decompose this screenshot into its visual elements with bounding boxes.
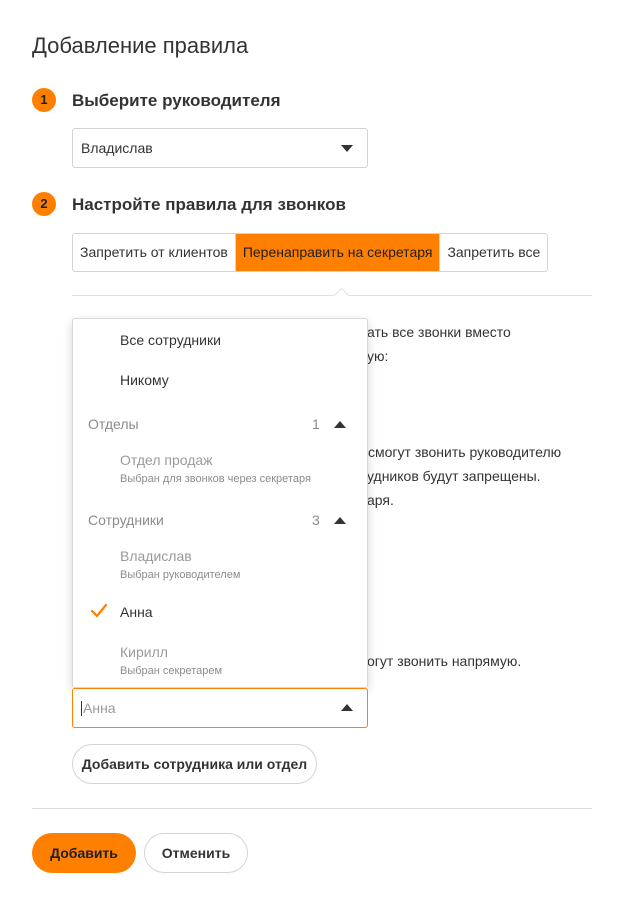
option-kirill-note: Выбран секретарем xyxy=(120,665,223,677)
option-vladislav: Владислав xyxy=(120,548,192,564)
triangle-up-icon[interactable] xyxy=(341,704,353,711)
group-employees-count: 3 xyxy=(312,512,320,528)
triangle-down-icon[interactable] xyxy=(341,145,353,152)
submit-button[interactable]: Добавить xyxy=(32,833,136,873)
text-caret xyxy=(81,700,82,716)
manager-select-value: Владислав xyxy=(81,140,153,156)
tab-forbid-from-clients[interactable]: Запретить от клиентов xyxy=(73,234,236,271)
description-line: удников будут запрещены. xyxy=(367,468,541,484)
secretary-select[interactable]: Анна xyxy=(72,688,368,728)
step-1-number: 1 xyxy=(32,88,56,112)
panel-notch xyxy=(333,287,350,304)
option-kirill: Кирилл xyxy=(120,644,168,660)
panel-divider xyxy=(72,295,592,296)
footer-divider xyxy=(32,808,592,809)
step-1-title: Выберите руководителя xyxy=(72,91,281,110)
description-line: смогут звонить руководителю xyxy=(368,444,562,460)
collapse-departments-icon[interactable] xyxy=(334,421,346,428)
secretary-dropdown: Все сотрудники Никому Отделы 1 Отдел про… xyxy=(72,318,368,688)
description-line: аря. xyxy=(367,492,394,508)
option-sales-dept-note: Выбран для звонков через секретаря xyxy=(120,473,311,485)
step-2-number: 2 xyxy=(32,192,56,216)
cancel-button[interactable]: Отменить xyxy=(144,833,248,873)
option-vladislav-note: Выбран руководителем xyxy=(120,569,241,581)
add-member-button[interactable]: Добавить сотрудника или отдел xyxy=(72,744,317,784)
page-title: Добавление правила xyxy=(32,33,249,58)
option-nobody[interactable]: Никому xyxy=(120,372,169,388)
secretary-select-value: Анна xyxy=(83,700,116,716)
tab-forbid-all[interactable]: Запретить все xyxy=(440,234,547,271)
rule-tabs: Запретить от клиентов Перенаправить на с… xyxy=(72,233,549,272)
description-line: ую: xyxy=(367,348,389,364)
checkmark-icon xyxy=(90,603,108,618)
manager-select[interactable]: Владислав xyxy=(72,128,368,168)
description-line: огут звонить напрямую. xyxy=(367,653,522,669)
tab-redirect-to-secretary[interactable]: Перенаправить на секретаря xyxy=(235,234,441,271)
group-departments-count: 1 xyxy=(312,416,320,432)
group-employees-label: Сотрудники xyxy=(88,512,164,528)
group-departments-label: Отделы xyxy=(88,416,139,432)
description-line: ать все звонки вместо xyxy=(367,324,511,340)
collapse-employees-icon[interactable] xyxy=(334,517,346,524)
step-2-title: Настройте правила для звонков xyxy=(72,195,346,214)
option-all-staff[interactable]: Все сотрудники xyxy=(120,332,221,348)
option-anna[interactable]: Анна xyxy=(120,604,153,620)
option-sales-dept: Отдел продаж xyxy=(120,452,213,468)
